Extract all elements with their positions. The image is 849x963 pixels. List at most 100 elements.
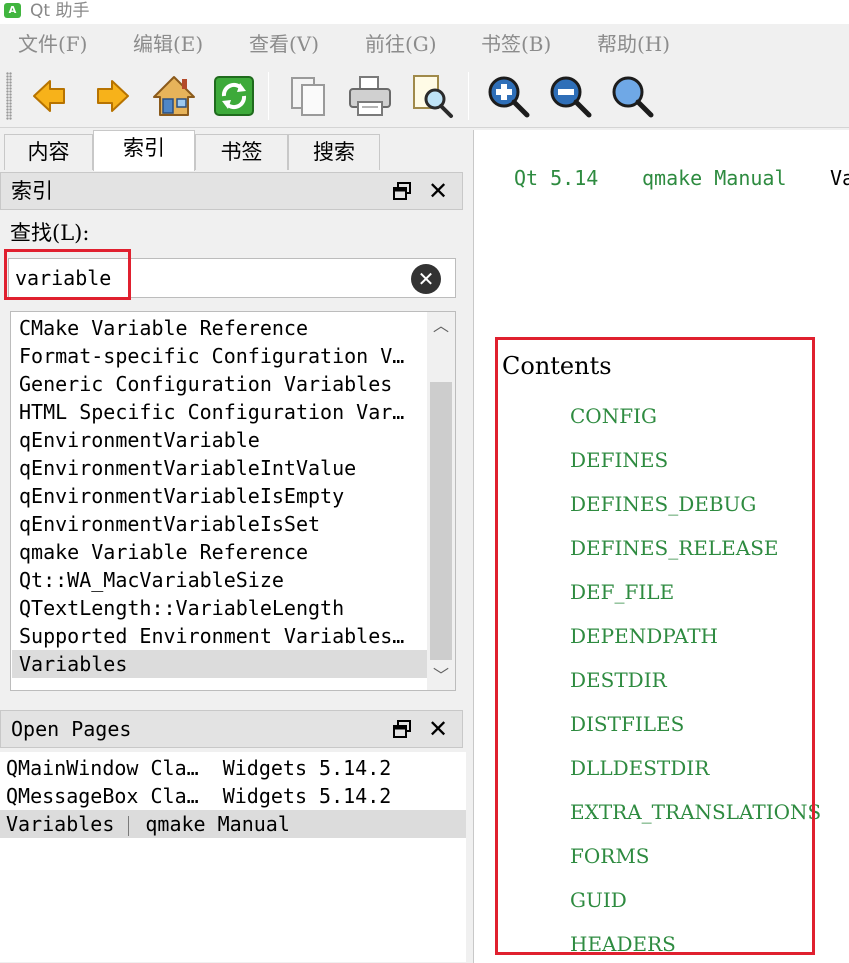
zoom-in-icon	[488, 76, 530, 118]
toc-link[interactable]: DEFINES_DEBUG	[570, 490, 756, 518]
toc-link[interactable]: DEFINES	[570, 446, 668, 474]
splitter-handle[interactable]	[466, 130, 473, 963]
contents-heading: Contents	[502, 352, 612, 380]
zoom-reset-icon	[612, 76, 654, 118]
list-item[interactable]: HTML Specific Configuration Var…	[12, 398, 427, 426]
toc-link[interactable]: DISTFILES	[570, 710, 684, 738]
index-dock-header: 索引 ✕	[0, 172, 463, 210]
list-item[interactable]: qmake Variable Reference	[12, 538, 427, 566]
open-page-row[interactable]: QMessageBox Cla… Widgets 5.14.2	[0, 782, 466, 810]
tab-search[interactable]: 搜索	[288, 134, 380, 170]
breadcrumb-current: Va	[830, 166, 849, 190]
list-item[interactable]: Generic Configuration Variables	[12, 370, 427, 398]
tab-contents[interactable]: 内容	[4, 134, 93, 170]
back-icon	[33, 80, 65, 112]
content-viewer: Qt 5.14 qmake Manual Va Contents CONFIG …	[473, 130, 849, 963]
toc-link[interactable]: GUID	[570, 886, 627, 914]
title-bar: A Qt 助手	[0, 0, 849, 24]
toc-link[interactable]: DESTDIR	[570, 666, 667, 694]
print-icon	[349, 76, 391, 116]
toolbar-separator	[468, 72, 469, 120]
list-item[interactable]: Format-specific Configuration V…	[12, 342, 427, 370]
breadcrumb-link[interactable]: qmake Manual	[642, 164, 787, 192]
index-search-input[interactable]: variable ✕	[8, 258, 456, 298]
open-page-row[interactable]: QMainWindow Cla… Widgets 5.14.2	[0, 754, 466, 782]
back-button[interactable]	[24, 70, 76, 122]
sync-icon	[214, 76, 254, 116]
list-item[interactable]: qEnvironmentVariableIsSet	[12, 510, 427, 538]
open-page-module: Widgets 5.14.2	[222, 784, 392, 808]
copy-button[interactable]	[282, 70, 334, 122]
index-scrollbar[interactable]: ︿ ﹀	[427, 312, 455, 690]
home-icon	[153, 76, 195, 116]
find-label: 查找(L):	[10, 221, 90, 245]
zoom-out-button[interactable]	[544, 70, 596, 122]
menu-help[interactable]: 帮助(H)	[597, 30, 670, 58]
float-icon[interactable]	[392, 181, 412, 201]
open-pages-title: Open Pages	[11, 717, 132, 741]
zoom-out-icon	[550, 76, 592, 118]
home-button[interactable]	[148, 70, 200, 122]
app-icon: A	[4, 3, 21, 18]
open-pages-list: QMainWindow Cla… Widgets 5.14.2 QMessage…	[0, 752, 466, 962]
toc-link[interactable]: DEFINES_RELEASE	[570, 534, 779, 562]
open-page-title: QMainWindow Cla…	[6, 756, 199, 780]
open-page-title: Variables	[6, 812, 115, 836]
toolbar-grip[interactable]	[6, 72, 12, 120]
side-tabs: 内容 索引 书签 搜索	[0, 130, 466, 171]
menu-go[interactable]: 前往(G)	[365, 30, 437, 58]
menu-bookmarks[interactable]: 书签(B)	[481, 30, 551, 58]
find-icon	[413, 75, 453, 118]
list-item[interactable]: qEnvironmentVariableIntValue	[12, 454, 427, 482]
open-page-module: Widgets 5.14.2	[222, 756, 392, 780]
print-button[interactable]	[344, 70, 396, 122]
toolbar	[0, 64, 849, 128]
float-icon[interactable]	[392, 719, 412, 739]
menu-view[interactable]: 查看(V)	[249, 30, 319, 58]
list-item[interactable]: qEnvironmentVariableIsEmpty	[12, 482, 427, 510]
close-icon[interactable]: ✕	[426, 716, 450, 742]
clear-icon[interactable]: ✕	[411, 264, 441, 294]
forward-icon	[97, 80, 129, 112]
toc-link[interactable]: DLLDESTDIR	[570, 754, 709, 782]
zoom-in-button[interactable]	[482, 70, 534, 122]
find-in-text-button[interactable]	[406, 70, 458, 122]
toc-link[interactable]: DEF_FILE	[570, 578, 674, 606]
toc-link[interactable]: HEADERS	[570, 930, 676, 958]
scroll-down-icon[interactable]: ﹀	[427, 662, 455, 690]
scroll-up-icon[interactable]: ︿	[427, 312, 455, 340]
open-pages-dock: Open Pages ✕ QMainWindow Cla… Widgets 5.…	[0, 710, 466, 963]
list-item[interactable]: Qt::WA_MacVariableSize	[12, 566, 427, 594]
search-value: variable	[15, 266, 112, 290]
tab-bookmarks[interactable]: 书签	[195, 134, 288, 170]
list-item[interactable]: QTextLength::VariableLength	[12, 594, 427, 622]
column-separator	[128, 815, 130, 836]
reset-zoom-button[interactable]	[606, 70, 658, 122]
index-list[interactable]: CMake Variable Reference Format-specific…	[10, 311, 456, 691]
window-title: Qt 助手	[30, 1, 90, 21]
list-item[interactable]: Supported Environment Variables…	[12, 622, 427, 650]
toc-link[interactable]: FORMS	[570, 842, 650, 870]
toc-link[interactable]: DEPENDPATH	[570, 622, 718, 650]
forward-button[interactable]	[86, 70, 138, 122]
list-item[interactable]: CMake Variable Reference	[12, 314, 427, 342]
copy-icon	[291, 77, 325, 116]
menu-file[interactable]: 文件(F)	[18, 30, 87, 58]
menu-edit[interactable]: 编辑(E)	[133, 30, 203, 58]
sync-toc-button[interactable]	[208, 70, 260, 122]
list-item[interactable]: qEnvironmentVariable	[12, 426, 427, 454]
tab-index[interactable]: 索引	[93, 130, 195, 171]
scroll-thumb[interactable]	[430, 382, 452, 660]
index-dock-title: 索引	[11, 179, 53, 203]
open-page-module: qmake Manual	[145, 812, 290, 836]
breadcrumb-link[interactable]: Qt 5.14	[514, 164, 598, 192]
open-page-title: QMessageBox Cla…	[6, 784, 199, 808]
side-panel: 内容 索引 书签 搜索 索引 ✕ 查找(L): variable ✕ CMake…	[0, 130, 466, 963]
list-item-selected[interactable]: Variables	[12, 650, 427, 678]
open-page-row-selected[interactable]: Variables qmake Manual	[0, 810, 466, 838]
close-icon[interactable]: ✕	[426, 178, 450, 204]
toc-link[interactable]: CONFIG	[570, 402, 657, 430]
toolbar-separator	[268, 72, 269, 120]
menu-bar: 文件(F) 编辑(E) 查看(V) 前往(G) 书签(B) 帮助(H)	[0, 24, 849, 64]
toc-link[interactable]: EXTRA_TRANSLATIONS	[570, 798, 821, 826]
